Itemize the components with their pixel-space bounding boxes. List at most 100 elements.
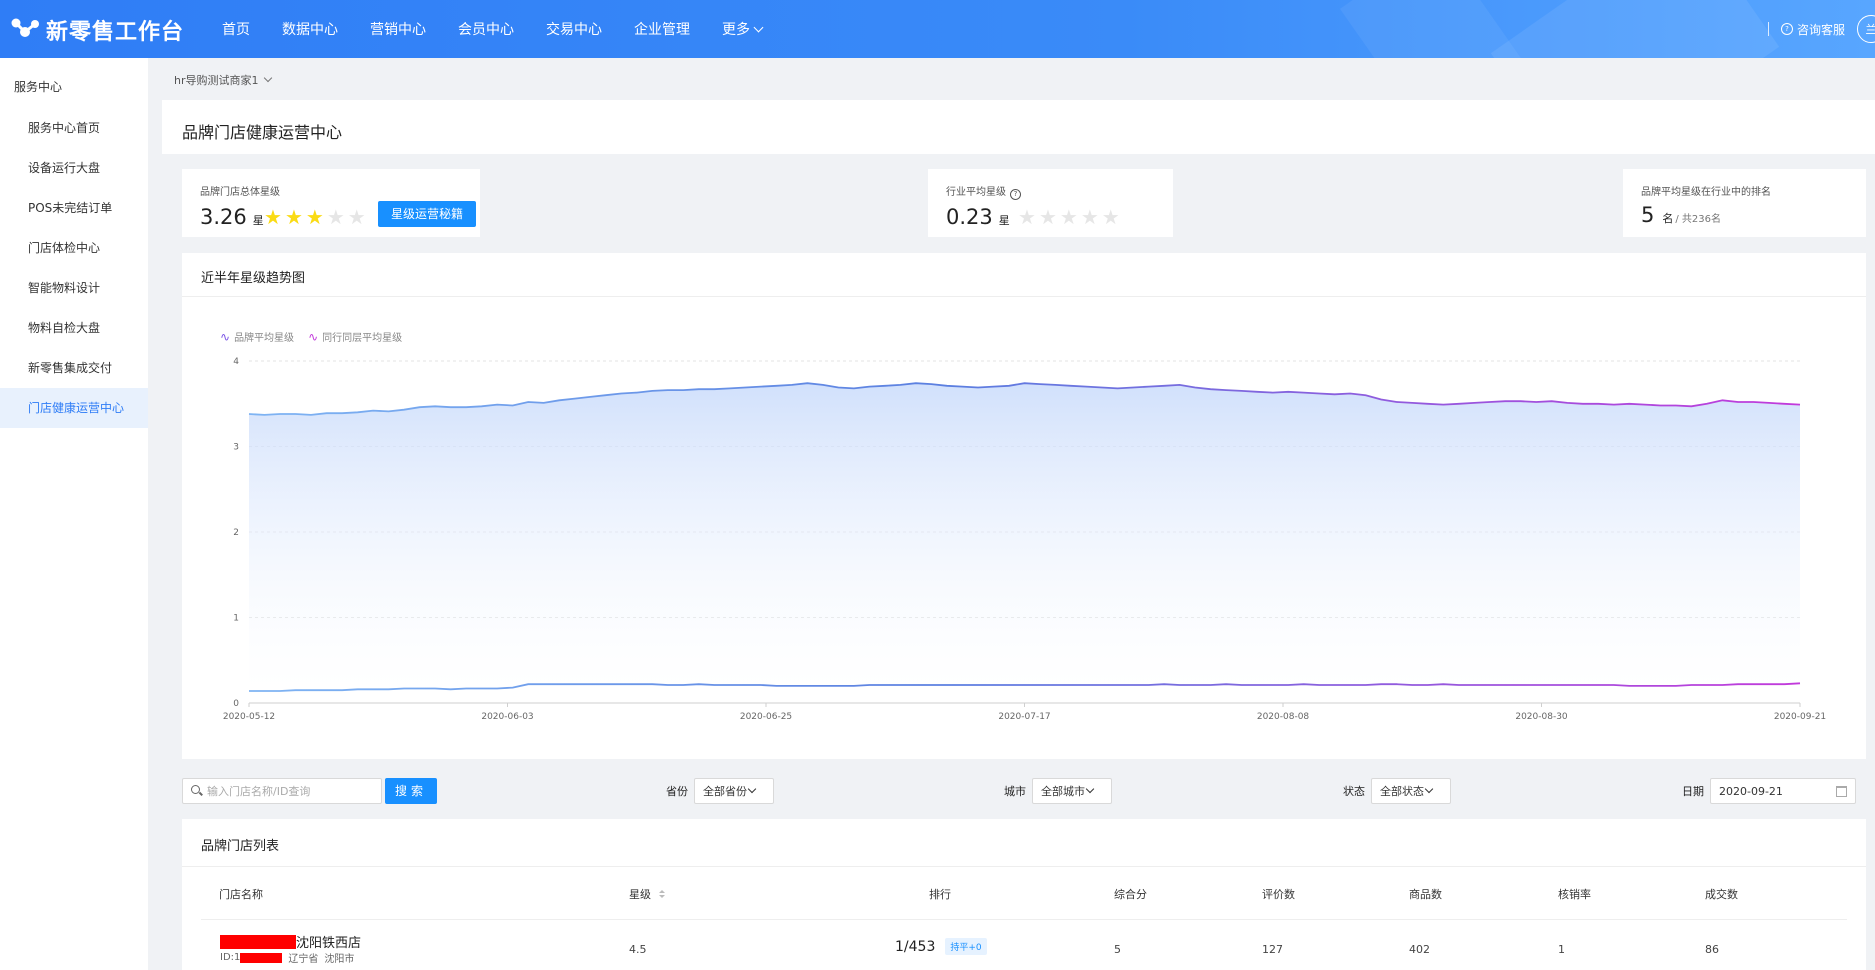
avatar[interactable]: 兰	[1857, 15, 1875, 43]
data-point-peer	[1427, 684, 1429, 686]
data-point-brand	[279, 413, 281, 415]
data-point-brand	[1303, 392, 1305, 394]
data-point-peer	[1628, 685, 1630, 687]
data-point-peer	[713, 684, 715, 686]
sidebar-item-store-health[interactable]: 门店健康运营中心	[0, 388, 148, 428]
data-point-peer	[682, 684, 684, 686]
y-tick-label: 2	[233, 528, 239, 538]
page-header: 品牌门店健康运营中心	[162, 100, 1875, 154]
nav-item-marketing-center[interactable]: 营销中心	[370, 19, 426, 39]
data-point-brand	[1194, 387, 1196, 389]
y-tick-label: 3	[233, 443, 239, 453]
status-select[interactable]: 全部状态	[1371, 778, 1451, 804]
data-point-brand	[1535, 401, 1537, 403]
store-score: 5	[1114, 943, 1121, 956]
data-point-peer	[698, 683, 700, 685]
sidebar: 服务中心 服务中心首页 设备运行大盘 POS未完结订单 门店体检中心 智能物料设…	[0, 58, 148, 970]
data-point-brand	[1179, 384, 1181, 386]
sidebar-item-pos-orders[interactable]: POS未完结订单	[0, 188, 148, 228]
data-point-peer	[1194, 684, 1196, 686]
data-point-peer	[760, 684, 762, 686]
nav-item-more[interactable]: 更多	[722, 19, 764, 39]
data-point-peer	[419, 688, 421, 690]
data-point-peer	[465, 688, 467, 690]
industry-star-rating: ★ ★ ★ ★ ★	[1018, 207, 1123, 227]
sidebar-item-material-selfcheck[interactable]: 物料自检大盘	[0, 308, 148, 348]
nav-item-trade-center[interactable]: 交易中心	[546, 19, 602, 39]
brand-rating-label: 品牌门店总体星级	[200, 187, 280, 198]
data-point-brand	[372, 410, 374, 412]
redaction	[220, 934, 296, 949]
ranking-value: 5 名 / 共236名	[1641, 203, 1721, 227]
data-point-brand	[1706, 403, 1708, 405]
store-rank: 1/453 持平+0	[895, 938, 987, 955]
data-point-brand	[915, 382, 917, 384]
industry-rating-label: 行业平均星级?	[946, 183, 1021, 200]
data-point-brand	[1272, 392, 1274, 394]
data-point-peer	[822, 685, 824, 687]
col-stars[interactable]: 星级	[629, 886, 665, 902]
customer-service-label: 咨询客服	[1796, 22, 1845, 37]
data-point-brand	[651, 390, 653, 392]
store-search-input[interactable]	[205, 781, 379, 801]
data-point-brand	[357, 411, 359, 413]
headset-icon: ?	[1780, 23, 1793, 35]
data-point-brand	[1551, 400, 1553, 402]
data-point-brand	[1008, 385, 1010, 387]
data-point-peer	[496, 688, 498, 690]
data-point-brand	[310, 414, 312, 416]
data-point-brand	[636, 392, 638, 394]
data-point-peer	[1334, 684, 1336, 686]
data-point-peer	[372, 688, 374, 690]
x-tick-label: 2020-07-17	[998, 712, 1050, 722]
x-tick-label: 2020-06-25	[740, 712, 792, 722]
city-select[interactable]: 全部城市	[1032, 778, 1112, 804]
page-title: 品牌门店健康运营中心	[182, 123, 343, 142]
col-writeoff: 核销率	[1558, 888, 1591, 901]
data-point-peer	[1086, 684, 1088, 686]
data-point-brand	[1473, 402, 1475, 404]
store-city: 沈阳市	[324, 954, 355, 965]
star-icon: ★	[1080, 205, 1099, 229]
data-point-peer	[1225, 683, 1227, 685]
divider	[1767, 22, 1769, 36]
store-name[interactable]: 沈阳铁西店	[220, 932, 361, 951]
sidebar-item-device-dashboard[interactable]: 设备运行大盘	[0, 148, 148, 188]
sidebar-item-integration-delivery[interactable]: 新零售集成交付	[0, 348, 148, 388]
data-point-peer	[1272, 684, 1274, 686]
nav-item-data-center[interactable]: 数据中心	[282, 19, 338, 39]
data-point-peer	[853, 685, 855, 687]
customer-service-link[interactable]: ? 咨询客服	[1780, 21, 1845, 38]
star-ops-guide-button[interactable]: 星级运营秘籍	[378, 201, 477, 227]
data-point-brand	[527, 401, 529, 403]
sidebar-item-service-home[interactable]: 服务中心首页	[0, 108, 148, 148]
data-point-brand	[1520, 400, 1522, 402]
data-point-peer	[651, 683, 653, 685]
y-tick-label: 1	[233, 614, 239, 624]
app-logo[interactable]: 新零售工作台	[10, 14, 184, 46]
store-rank-value: 1/453	[895, 938, 936, 955]
data-point-brand	[248, 413, 250, 415]
date-picker[interactable]: 2020-09-21	[1710, 778, 1856, 804]
data-point-brand	[1784, 403, 1786, 405]
nav-item-member-center[interactable]: 会员中心	[458, 19, 514, 39]
star-icon: ★	[284, 205, 303, 229]
data-point-brand	[682, 389, 684, 391]
data-point-brand	[341, 412, 343, 414]
x-tick-label: 2020-05-12	[223, 712, 275, 722]
help-icon[interactable]: ?	[1010, 189, 1021, 200]
data-point-brand	[1225, 389, 1227, 391]
x-tick-label: 2020-09-21	[1774, 712, 1826, 722]
star-icon: ★	[1059, 205, 1078, 229]
sidebar-item-store-checkup[interactable]: 门店体检中心	[0, 228, 148, 268]
trend-chart: 0 1 2 3 4 2020-05-12 2020-06-03 2020-06-25 2020-…	[223, 357, 1826, 722]
province-select[interactable]: 全部省份	[694, 778, 774, 804]
nav-item-enterprise-management[interactable]: 企业管理	[634, 19, 690, 39]
brand-rating-unit: 星	[252, 214, 264, 227]
breadcrumb[interactable]: hr导购测试商家1	[174, 72, 272, 88]
sidebar-item-material-design[interactable]: 智能物料设计	[0, 268, 148, 308]
data-point-peer	[589, 683, 591, 685]
search-button[interactable]: 搜索	[385, 778, 437, 804]
nav-item-home[interactable]: 首页	[222, 19, 250, 39]
data-point-peer	[543, 683, 545, 685]
